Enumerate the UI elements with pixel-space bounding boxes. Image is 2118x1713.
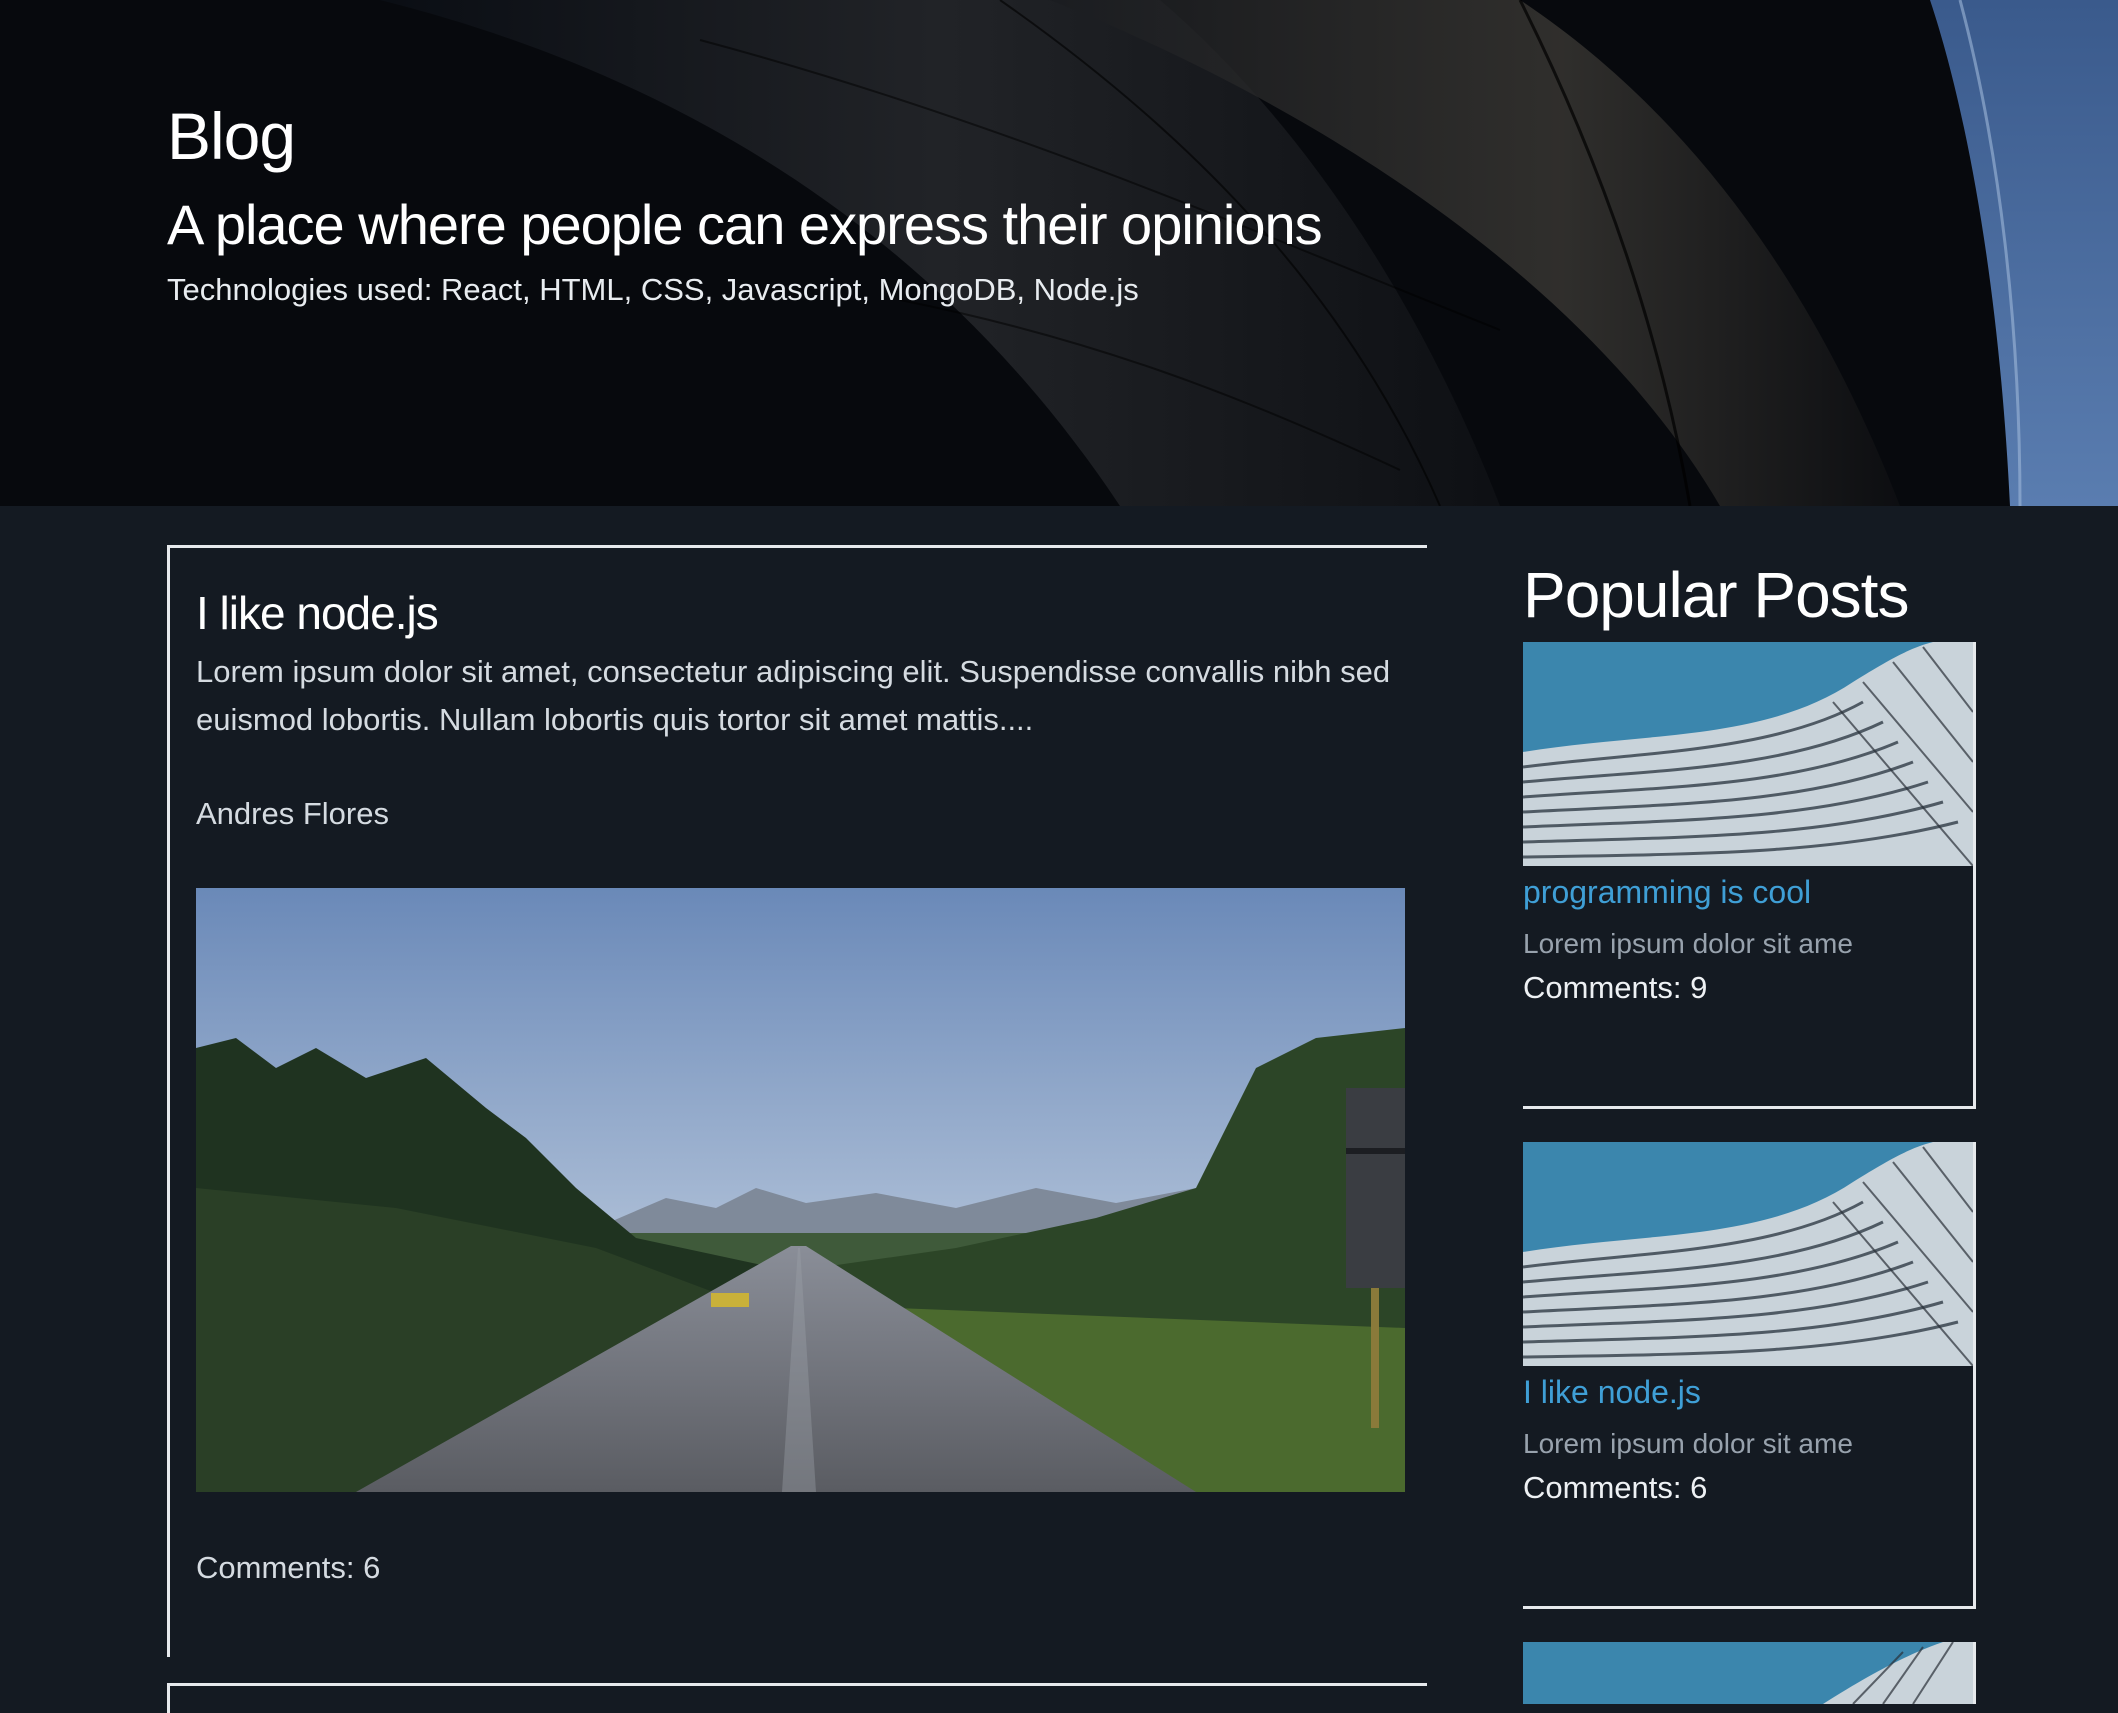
popular-post-title[interactable]: programming is cool	[1523, 874, 1811, 911]
popular-post-thumbnail[interactable]	[1523, 642, 1973, 866]
post-comments: Comments: 6	[196, 1550, 381, 1585]
popular-post-thumbnail[interactable]	[1523, 1642, 1973, 1704]
hero-banner: Blog A place where people can express th…	[0, 0, 2118, 506]
architecture-image	[1523, 642, 1973, 866]
architecture-image	[1523, 1642, 1973, 1704]
post-author: Andres Flores	[196, 796, 389, 831]
post-title[interactable]: I like node.js	[196, 586, 439, 640]
popular-post-card[interactable]	[1523, 1642, 1976, 1704]
sidebar-title: Popular Posts	[1523, 559, 1909, 631]
hero-technologies: Technologies used: React, HTML, CSS, Jav…	[167, 272, 1139, 307]
architecture-image	[1523, 1142, 1973, 1366]
road-landscape-image	[196, 888, 1405, 1492]
post-card[interactable]	[167, 1683, 1427, 1713]
hero-title: Blog	[167, 99, 296, 173]
hero-subtitle: A place where people can express their o…	[167, 193, 1323, 256]
post-image[interactable]	[196, 888, 1405, 1492]
popular-post-card[interactable]: programming is cool Lorem ipsum dolor si…	[1523, 642, 1976, 1109]
popular-post-title[interactable]: I like node.js	[1523, 1374, 1701, 1411]
popular-post-comments: Comments: 9	[1523, 970, 1708, 1005]
post-excerpt: Lorem ipsum dolor sit amet, consectetur …	[196, 654, 1391, 737]
popular-post-card[interactable]: I like node.js Lorem ipsum dolor sit ame…	[1523, 1142, 1976, 1609]
popular-post-comments: Comments: 6	[1523, 1470, 1708, 1505]
popular-post-thumbnail[interactable]	[1523, 1142, 1973, 1366]
popular-post-excerpt: Lorem ipsum dolor sit ame	[1523, 1428, 1853, 1459]
popular-post-excerpt: Lorem ipsum dolor sit ame	[1523, 928, 1853, 959]
post-card[interactable]: I like node.js Lorem ipsum dolor sit ame…	[167, 545, 1427, 1657]
